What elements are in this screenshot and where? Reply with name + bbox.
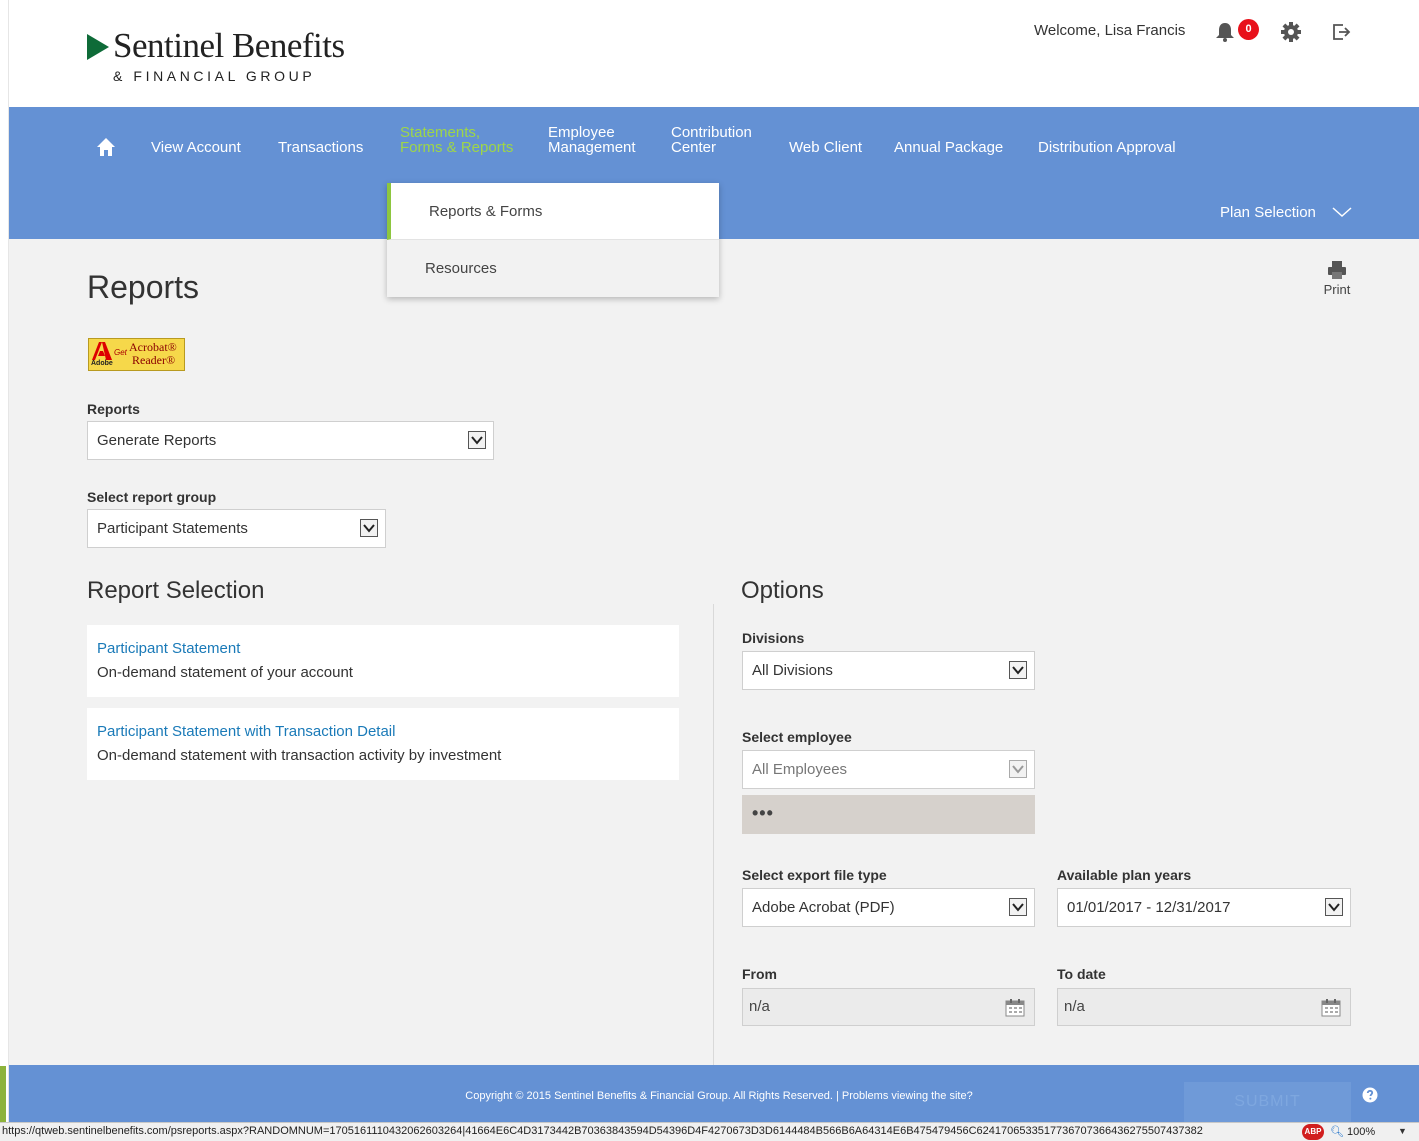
help-icon[interactable] bbox=[1362, 1087, 1378, 1103]
export-type-label: Select export file type bbox=[742, 867, 887, 883]
column-divider bbox=[713, 604, 714, 1065]
window-left-accent bbox=[0, 1066, 6, 1122]
nav-distribution-approval[interactable]: Distribution Approval bbox=[1038, 140, 1176, 155]
print-label: Print bbox=[1323, 282, 1351, 297]
welcome-text: Welcome, Lisa Francis bbox=[1034, 22, 1186, 39]
to-date-label: To date bbox=[1057, 966, 1106, 982]
statements-dropdown-menu: Reports & Forms Resources bbox=[387, 183, 719, 297]
divisions-select[interactable]: All Divisions bbox=[742, 651, 1035, 690]
acrobat-reader-label: Acrobat® Reader® bbox=[129, 340, 177, 367]
logo-triangle-icon bbox=[87, 34, 109, 60]
adblock-icon[interactable]: ABP bbox=[1302, 1124, 1324, 1140]
plan-years-select[interactable]: 01/01/2017 - 12/31/2017 bbox=[1057, 888, 1351, 927]
employee-search-button[interactable]: ••• bbox=[742, 795, 1035, 834]
zoom-magnifier-icon: 🔍︎ bbox=[1330, 1126, 1344, 1138]
nav-view-account[interactable]: View Account bbox=[151, 140, 241, 155]
reports-select-value: Generate Reports bbox=[97, 432, 217, 449]
calendar-icon[interactable] bbox=[1321, 998, 1341, 1017]
logout-icon[interactable] bbox=[1331, 22, 1351, 42]
options-title: Options bbox=[741, 577, 824, 604]
to-date-input[interactable]: n/a bbox=[1057, 988, 1351, 1026]
page-title: Reports bbox=[87, 269, 200, 305]
chevron-down-icon bbox=[468, 431, 486, 449]
bell-icon[interactable] bbox=[1214, 22, 1236, 42]
print-button[interactable]: Print bbox=[1317, 260, 1357, 300]
chevron-down-icon bbox=[1009, 760, 1027, 778]
logo[interactable]: Sentinel Benefits & FINANCIAL GROUP bbox=[87, 26, 387, 98]
from-date-value: n/a bbox=[749, 998, 770, 1015]
chevron-down-icon bbox=[1009, 898, 1027, 916]
report-group-select-value: Participant Statements bbox=[97, 520, 248, 537]
employee-select[interactable]: All Employees bbox=[742, 750, 1035, 789]
calendar-icon[interactable] bbox=[1005, 998, 1025, 1017]
report-selection-title: Report Selection bbox=[87, 577, 265, 604]
from-date-input[interactable]: n/a bbox=[742, 988, 1035, 1026]
reports-label: Reports bbox=[87, 401, 140, 417]
menu-item-reports-forms[interactable]: Reports & Forms bbox=[387, 183, 719, 240]
zoom-value: 100% bbox=[1347, 1126, 1376, 1138]
chevron-down-icon[interactable] bbox=[1332, 205, 1352, 219]
report-description: On-demand statement with transaction act… bbox=[97, 747, 502, 764]
main-content: Reports Print Adobe Get Acrobat® Reader®… bbox=[9, 239, 1419, 1065]
gear-icon[interactable] bbox=[1281, 22, 1301, 42]
home-icon[interactable] bbox=[96, 137, 116, 157]
divisions-label: Divisions bbox=[742, 630, 805, 646]
adobe-logo-icon bbox=[92, 342, 112, 360]
report-group-label: Select report group bbox=[87, 489, 217, 505]
browser-status-bar: https://qtweb.sentinelbenefits.com/psrep… bbox=[0, 1122, 1419, 1141]
plan-years-select-value: 01/01/2017 - 12/31/2017 bbox=[1067, 899, 1231, 916]
report-link[interactable]: Participant Statement bbox=[97, 640, 669, 657]
plan-years-label: Available plan years bbox=[1057, 867, 1192, 883]
report-card[interactable]: Participant Statement with Transaction D… bbox=[87, 708, 679, 780]
get-label: Get bbox=[114, 348, 127, 357]
header: Sentinel Benefits & FINANCIAL GROUP Welc… bbox=[9, 0, 1419, 107]
notification-badge[interactable]: 0 bbox=[1238, 19, 1259, 40]
nav-transactions[interactable]: Transactions bbox=[278, 140, 363, 155]
nav-employee-management[interactable]: Employee Management bbox=[548, 125, 636, 155]
status-url: https://qtweb.sentinelbenefits.com/psrep… bbox=[2, 1125, 1203, 1137]
export-type-select-value: Adobe Acrobat (PDF) bbox=[752, 899, 895, 916]
submit-button[interactable]: SUBMIT bbox=[1184, 1082, 1351, 1122]
logo-name: Sentinel Benefits bbox=[113, 26, 345, 65]
nav-annual-package[interactable]: Annual Package bbox=[894, 140, 1003, 155]
nav-statements-forms-reports[interactable]: Statements, Forms & Reports bbox=[400, 125, 513, 155]
chevron-down-icon bbox=[1325, 898, 1343, 916]
chevron-down-icon[interactable]: ▼ bbox=[1398, 1126, 1407, 1136]
adobe-label: Adobe bbox=[91, 360, 113, 367]
footer: Copyright © 2015 Sentinel Benefits & Fin… bbox=[9, 1065, 1419, 1122]
reports-select[interactable]: Generate Reports bbox=[87, 421, 494, 460]
employee-label: Select employee bbox=[742, 729, 852, 745]
from-label: From bbox=[742, 966, 777, 982]
get-acrobat-reader-badge[interactable]: Adobe Get Acrobat® Reader® bbox=[88, 338, 185, 371]
logo-subtitle: & FINANCIAL GROUP bbox=[113, 68, 316, 84]
window-left-edge bbox=[0, 0, 9, 1128]
zoom-level[interactable]: 🔍︎ 100% bbox=[1330, 1125, 1375, 1138]
export-type-select[interactable]: Adobe Acrobat (PDF) bbox=[742, 888, 1035, 927]
plan-selection[interactable]: Plan Selection bbox=[1220, 204, 1316, 221]
report-description: On-demand statement of your account bbox=[97, 664, 353, 681]
report-card[interactable]: Participant Statement On-demand statemen… bbox=[87, 625, 679, 697]
nav-contribution-center[interactable]: Contribution Center bbox=[671, 125, 752, 155]
nav-web-client[interactable]: Web Client bbox=[789, 140, 862, 155]
report-group-select[interactable]: Participant Statements bbox=[87, 509, 386, 548]
report-link[interactable]: Participant Statement with Transaction D… bbox=[97, 723, 669, 740]
printer-icon bbox=[1328, 261, 1346, 279]
menu-item-resources[interactable]: Resources bbox=[387, 240, 719, 297]
divisions-select-value: All Divisions bbox=[752, 662, 833, 679]
chevron-down-icon bbox=[1009, 661, 1027, 679]
employee-select-value: All Employees bbox=[752, 761, 848, 778]
chevron-down-icon bbox=[360, 519, 378, 537]
to-date-value: n/a bbox=[1064, 998, 1085, 1015]
